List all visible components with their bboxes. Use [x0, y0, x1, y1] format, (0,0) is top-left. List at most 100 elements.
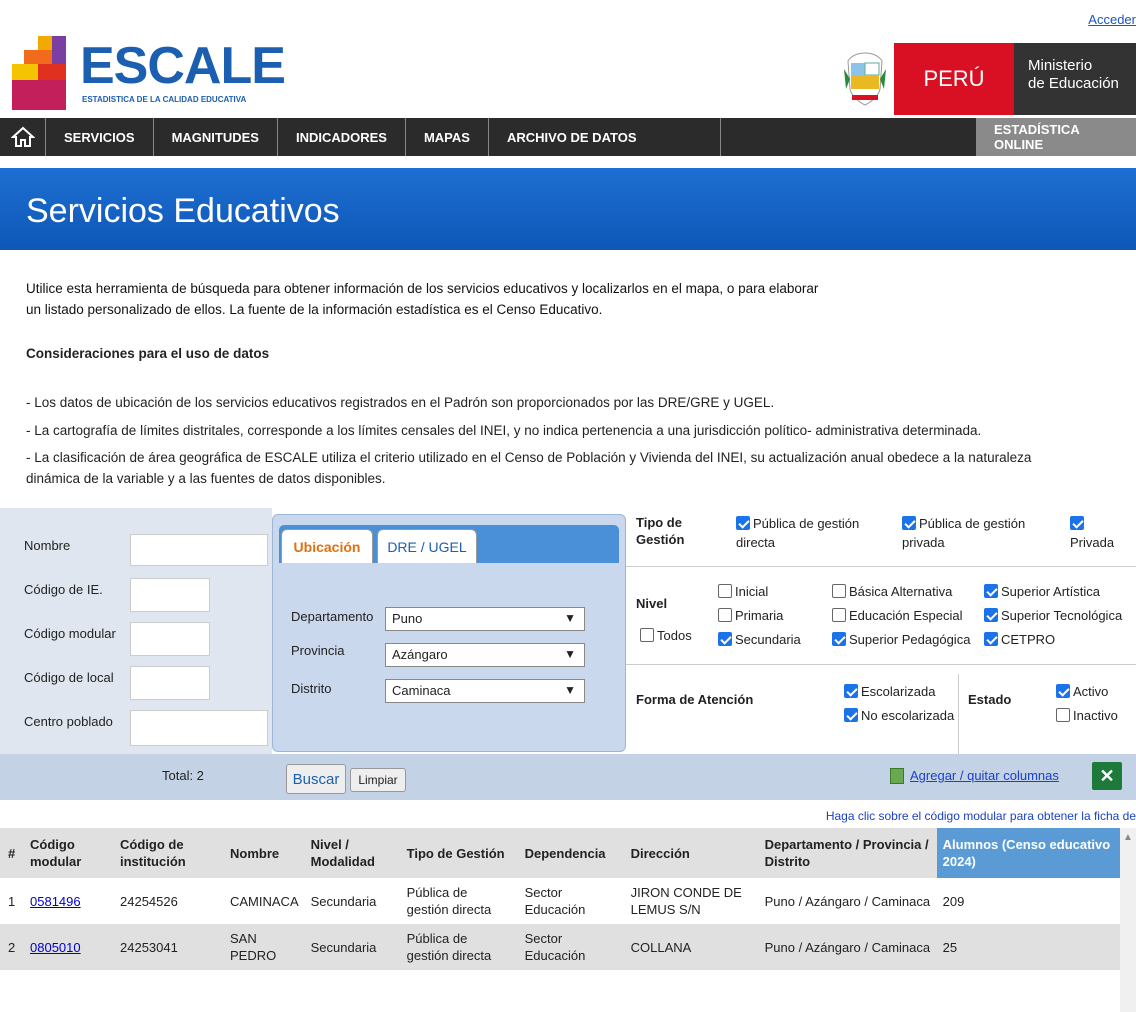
search-fields: Nombre Código de IE. Código modular Códi… — [0, 508, 272, 754]
table-row: 2 0805010 24253041 SAN PEDRO Secundaria … — [0, 924, 1120, 970]
table-scrollbar[interactable]: ▲ — [1120, 828, 1136, 1012]
primaria-label: Primaria — [735, 608, 784, 623]
checkbox-icon[interactable] — [832, 632, 846, 646]
home-icon[interactable] — [0, 118, 46, 156]
limpiar-button[interactable]: Limpiar — [350, 768, 406, 792]
tab-dre-ugel[interactable]: DRE / UGEL — [377, 529, 477, 563]
buscar-button[interactable]: Buscar — [286, 764, 346, 794]
filter-superior-pedagogica[interactable]: Superior Pedagógica — [832, 632, 970, 647]
filter-cetpro[interactable]: CETPRO — [984, 632, 1055, 647]
tipo-gestion-label-2: Gestión — [636, 532, 685, 547]
col-header[interactable]: Dirección — [624, 828, 759, 878]
checkbox-icon[interactable] — [718, 584, 732, 598]
filter-educacion-especial[interactable]: Educación Especial — [832, 608, 962, 623]
codigo-modular-input[interactable] — [130, 622, 210, 656]
columns-icon[interactable] — [890, 768, 904, 784]
filter-secundaria[interactable]: Secundaria — [718, 632, 801, 647]
col-header[interactable]: Alumnos (Censo educativo 2024) — [936, 828, 1120, 878]
codigo-modular-link[interactable]: 0581496 — [30, 894, 81, 909]
codigo-ie-input[interactable] — [130, 578, 210, 612]
intro-text: Utilice esta herramienta de búsqueda par… — [26, 278, 1116, 320]
cell: Pública de gestión directa — [406, 885, 492, 917]
checkbox-icon[interactable] — [844, 684, 858, 698]
tab-bar: Ubicación DRE / UGEL — [279, 525, 619, 563]
consideration-3: - La clasificación de área geográfica de… — [26, 447, 1116, 489]
checkbox-icon[interactable] — [844, 708, 858, 722]
nav-indicadores[interactable]: INDICADORES — [278, 118, 406, 156]
filter-no-escolarizada[interactable]: No escolarizada — [844, 708, 954, 723]
codigo-ie-label: Código de IE. — [24, 582, 103, 597]
nombre-input[interactable] — [130, 534, 268, 566]
filter-activo[interactable]: Activo — [1056, 684, 1108, 699]
checkbox-icon[interactable] — [984, 608, 998, 622]
checkbox-icon[interactable] — [902, 516, 916, 530]
filter-primaria[interactable]: Primaria — [718, 608, 783, 623]
checkbox-icon[interactable] — [984, 584, 998, 598]
nav-estadistica-online[interactable]: ESTADÍSTICA ONLINE — [976, 118, 1136, 156]
filter-inactivo[interactable]: Inactivo — [1056, 708, 1118, 723]
departamento-select[interactable]: Puno ▼ — [385, 607, 585, 631]
excel-export-icon[interactable]: ✕ — [1092, 762, 1122, 790]
checkbox-icon[interactable] — [1056, 708, 1070, 722]
col-header[interactable]: Nivel / Modalidad — [304, 828, 401, 878]
publica-directa-label-1: Pública de gestión — [753, 516, 860, 531]
checkbox-icon[interactable] — [1056, 684, 1070, 698]
cell: Puno / Azángaro / Caminaca — [764, 893, 931, 909]
checkbox-icon[interactable] — [718, 608, 732, 622]
provincia-label: Provincia — [291, 643, 345, 658]
filter-escolarizada[interactable]: Escolarizada — [844, 684, 935, 699]
col-header[interactable]: Nombre — [224, 828, 305, 878]
col-header[interactable]: Dependencia — [518, 828, 625, 878]
scroll-up-icon[interactable]: ▲ — [1120, 828, 1136, 843]
checkbox-icon[interactable] — [832, 584, 846, 598]
cell: 25 — [936, 924, 1120, 970]
main-nav: SERVICIOS MAGNITUDES INDICADORES MAPAS A… — [0, 118, 1136, 156]
ministry-line2: de Educación — [1028, 75, 1119, 92]
codigo-local-input[interactable] — [130, 666, 210, 700]
checkbox-icon[interactable] — [832, 608, 846, 622]
cell: COLLANA — [624, 924, 759, 970]
tab-ubicacion[interactable]: Ubicación — [281, 529, 373, 563]
filter-publica-privada[interactable]: Pública de gestión privada — [902, 514, 1025, 552]
peru-minedu-logo: PERÚ Ministerio de Educación — [836, 43, 1136, 115]
divider — [626, 566, 1136, 567]
peru-label: PERÚ — [894, 43, 1014, 115]
filter-superior-tecnologica[interactable]: Superior Tecnológica — [984, 608, 1122, 623]
provincia-select[interactable]: Azángaro ▼ — [385, 643, 585, 667]
checkbox-icon[interactable] — [640, 628, 654, 642]
distrito-label: Distrito — [291, 681, 332, 696]
tipo-gestion-label: Tipo de Gestión — [636, 514, 684, 548]
escale-logo[interactable]: ESCALE ESTADISTICA DE LA CALIDAD EDUCATI… — [12, 30, 286, 110]
cell: 209 — [942, 893, 965, 909]
codigo-modular-link[interactable]: 0805010 — [30, 940, 81, 955]
nav-magnitudes[interactable]: MAGNITUDES — [154, 118, 278, 156]
checkbox-icon[interactable] — [984, 632, 998, 646]
consideration-2: - La cartografía de límites distritales,… — [26, 423, 982, 438]
filter-superior-artistica[interactable]: Superior Artística — [984, 584, 1100, 599]
distrito-select[interactable]: Caminaca ▼ — [385, 679, 585, 703]
checkbox-icon[interactable] — [736, 516, 750, 530]
filter-publica-directa[interactable]: Pública de gestión directa — [736, 514, 859, 552]
filter-privada[interactable]: Privada — [1070, 514, 1114, 552]
table-row: 1 0581496 24254526 CAMINACA Secundaria P… — [0, 878, 1120, 924]
filter-inicial[interactable]: Inicial — [718, 584, 768, 599]
login-link[interactable]: Acceder — [1088, 12, 1136, 27]
inicial-label: Inicial — [735, 584, 769, 599]
centro-poblado-input[interactable] — [130, 710, 268, 746]
superior-tecnologica-label: Superior Tecnológica — [1001, 608, 1123, 623]
columns-link[interactable]: Agregar / quitar columnas — [910, 768, 1059, 783]
filter-basica-alternativa[interactable]: Básica Alternativa — [832, 584, 952, 599]
escale-logo-subtitle: ESTADISTICA DE LA CALIDAD EDUCATIVA — [82, 95, 247, 104]
col-header[interactable]: Tipo de Gestión — [400, 828, 519, 878]
nav-servicios[interactable]: SERVICIOS — [46, 118, 154, 156]
col-header[interactable]: Departamento / Provincia / Distrito — [758, 828, 937, 878]
tipo-gestion-label-1: Tipo de — [636, 515, 682, 530]
filter-todos[interactable]: Todos — [640, 628, 692, 643]
nav-archivo-datos[interactable]: ARCHIVO DE DATOS — [489, 118, 721, 156]
nav-mapas[interactable]: MAPAS — [406, 118, 489, 156]
checkbox-icon[interactable] — [1070, 516, 1084, 530]
col-header[interactable]: Código de institución — [114, 828, 224, 878]
col-header[interactable]: Código modular — [24, 828, 114, 878]
total-count: Total: 2 — [162, 768, 204, 783]
checkbox-icon[interactable] — [718, 632, 732, 646]
